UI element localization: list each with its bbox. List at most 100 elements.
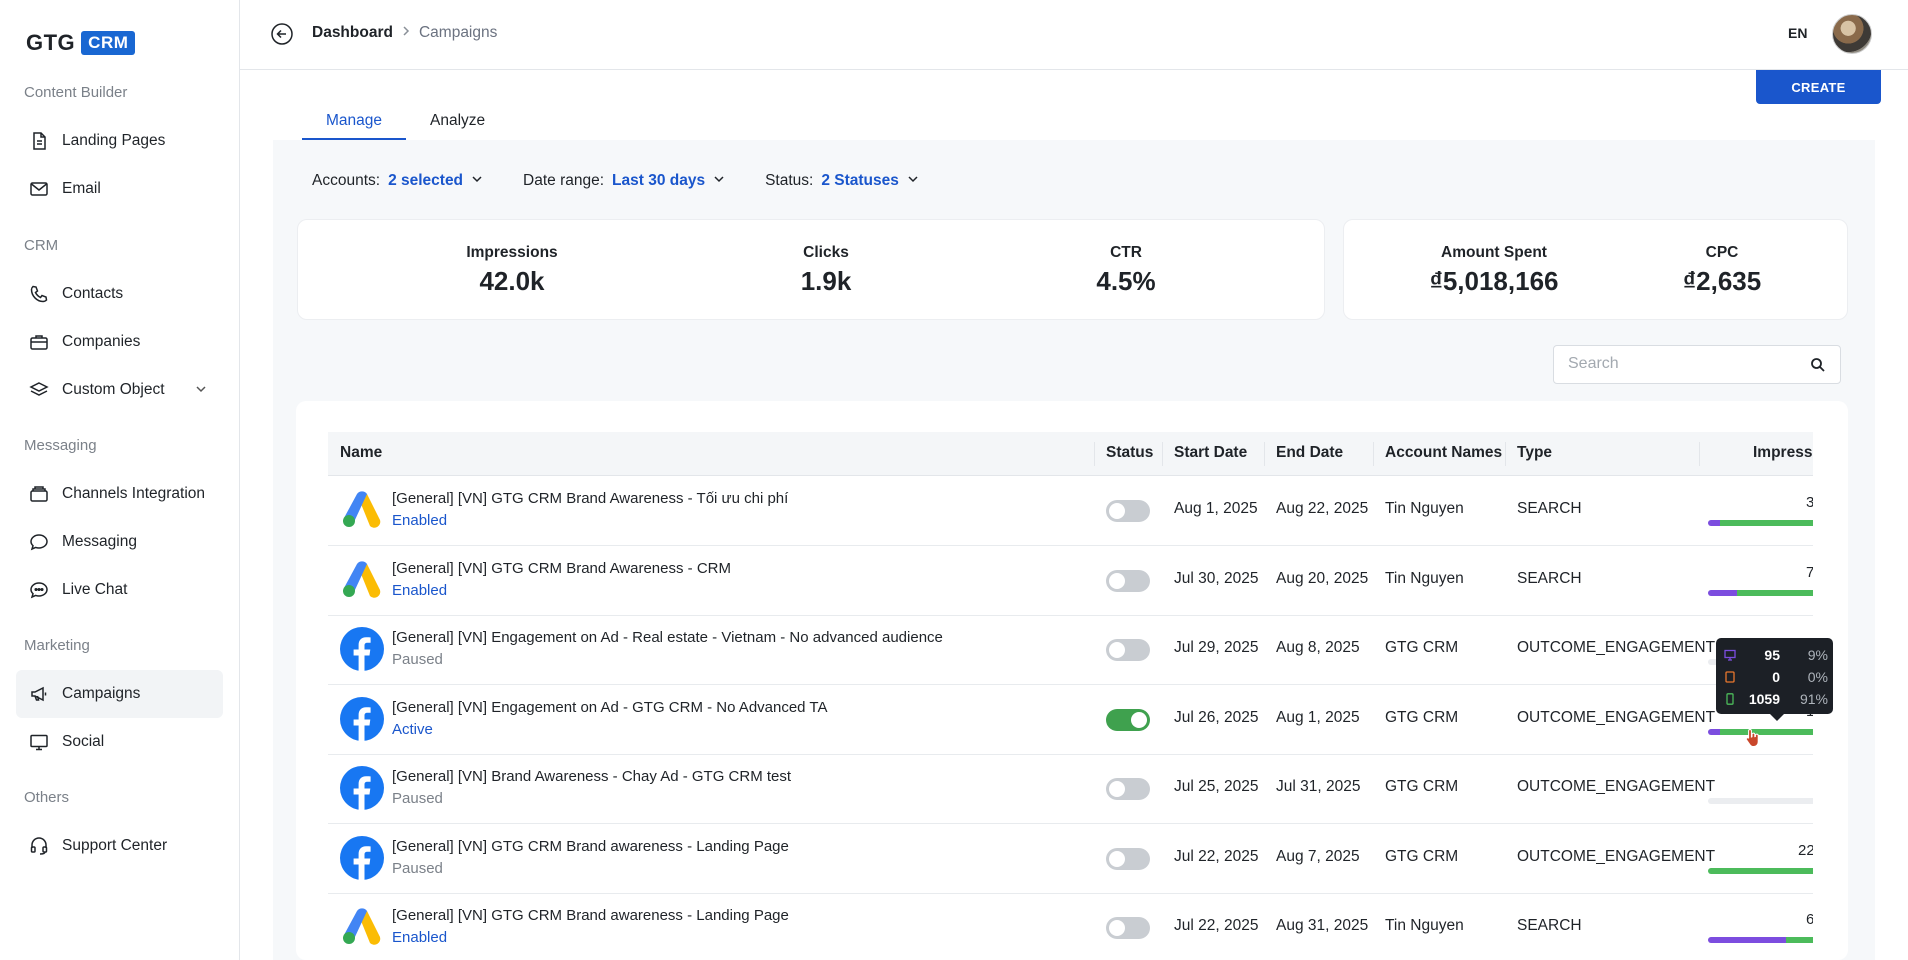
sidebar-item-contacts[interactable]: Contacts — [16, 270, 223, 318]
campaign-name-link[interactable]: [General] [VN] Brand Awareness - Chay Ad… — [392, 768, 791, 785]
sidebar-item-live-chat[interactable]: Live Chat — [16, 566, 223, 614]
tab-manage[interactable]: Manage — [302, 108, 407, 140]
table-row[interactable]: [General] [VN] Engagement on Ad - GTG CR… — [328, 685, 1813, 755]
status-toggle[interactable] — [1106, 778, 1150, 800]
impressions-device-bar[interactable] — [1708, 520, 1813, 526]
phone-icon — [28, 283, 50, 305]
filter-bar: Accounts: 2 selected Date range: Last 30… — [312, 172, 959, 190]
column-header-type[interactable]: Type — [1517, 444, 1552, 462]
sidebar-item-email[interactable]: Email — [16, 165, 223, 213]
impressions-device-bar[interactable] — [1708, 589, 1813, 596]
search-icon[interactable] — [1810, 357, 1826, 378]
sidebar-item-campaigns[interactable]: Campaigns — [16, 670, 223, 718]
language-selector[interactable]: EN — [1788, 25, 1807, 41]
filter-value: Last 30 days — [612, 172, 706, 189]
start-date: Jul 29, 2025 — [1174, 639, 1259, 656]
table-row[interactable]: [General] [VN] GTG CRM Brand Awareness -… — [328, 546, 1813, 616]
facebook-logo-icon — [340, 835, 384, 880]
sidebar-item-channels-integration[interactable]: Channels Integration — [16, 470, 223, 518]
sidebar-item-support-center[interactable]: Support Center — [16, 822, 223, 870]
metric-cpc: CPC ₫2,635 — [1622, 244, 1822, 297]
document-icon — [28, 130, 50, 152]
sidebar-item-label: Social — [62, 733, 105, 750]
briefcase-icon — [28, 331, 50, 353]
table-row[interactable]: [General] [VN] GTG CRM Brand awareness -… — [328, 824, 1813, 894]
status-toggle[interactable] — [1106, 639, 1150, 661]
table-row[interactable]: [General] [VN] GTG CRM Brand Awareness -… — [328, 476, 1813, 546]
campaign-type: OUTCOME_ENGAGEMENT — [1517, 639, 1716, 656]
create-button[interactable]: CREATE — [1756, 70, 1881, 104]
status-toggle[interactable] — [1106, 917, 1150, 939]
status-toggle[interactable] — [1106, 569, 1150, 592]
metric-label: CPC — [1705, 244, 1739, 261]
metric-value: 4.5% — [1096, 266, 1156, 296]
column-divider — [1094, 442, 1095, 466]
campaign-name-link[interactable]: [General] [VN] GTG CRM Brand Awareness -… — [392, 490, 788, 507]
end-date: Jul 31, 2025 — [1276, 778, 1361, 795]
campaign-name-link[interactable]: [General] [VN] Engagement on Ad - GTG CR… — [392, 699, 827, 716]
campaign-name-link[interactable]: [General] [VN] GTG CRM Brand awareness -… — [392, 907, 789, 924]
desktop-icon — [1724, 648, 1736, 661]
breadcrumb: Dashboard Campaigns — [312, 24, 497, 42]
sidebar-item-messaging[interactable]: Messaging — [16, 518, 223, 566]
search-input[interactable] — [1568, 355, 1798, 373]
table-row[interactable]: [General] [VN] GTG CRM Brand awareness -… — [328, 893, 1813, 960]
tooltip-percent: 9% — [1807, 647, 1828, 663]
metric-value: ₫5,018,166 — [1429, 266, 1559, 296]
table-row[interactable]: [General] [VN] Engagement on Ad - Real e… — [328, 615, 1813, 685]
avatar[interactable] — [1832, 14, 1872, 54]
campaign-name-link[interactable]: [General] [VN] Engagement on Ad - Real e… — [392, 629, 943, 646]
tab-analyze[interactable]: Analyze — [406, 108, 509, 140]
status-toggle[interactable] — [1106, 708, 1150, 731]
accounts-filter[interactable]: Accounts: 2 selected — [312, 172, 483, 190]
sidebar-item-label: Live Chat — [62, 581, 128, 598]
status-toggle[interactable] — [1106, 500, 1150, 522]
metric-label: Impressions — [466, 244, 558, 261]
column-header-name[interactable]: Name — [340, 444, 382, 462]
status-filter[interactable]: Status: 2 Statuses — [765, 172, 919, 190]
campaign-name-link[interactable]: [General] [VN] GTG CRM Brand Awareness -… — [392, 560, 731, 577]
column-header-impressions[interactable]: Impressio — [1753, 444, 1813, 462]
tooltip-percent: 91% — [1799, 691, 1828, 707]
campaign-name-link[interactable]: [General] [VN] GTG CRM Brand awareness -… — [392, 838, 789, 855]
sidebar-item-landing-pages[interactable]: Landing Pages — [16, 117, 223, 165]
breadcrumb-dashboard[interactable]: Dashboard — [312, 24, 393, 42]
brand-logo[interactable]: GTG CRM — [26, 30, 136, 56]
impressions-device-bar[interactable] — [1708, 937, 1813, 943]
column-divider — [1264, 442, 1265, 466]
sidebar-item-social[interactable]: Social — [16, 718, 223, 766]
metric-impressions: Impressions 42.0k — [412, 244, 612, 297]
tablet-icon — [1724, 670, 1736, 683]
sidebar-item-companies[interactable]: Companies — [16, 318, 223, 366]
column-header-account-names[interactable]: Account Names — [1385, 444, 1502, 462]
column-header-start-date[interactable]: Start Date — [1174, 444, 1247, 462]
account-name: GTG CRM — [1385, 778, 1459, 795]
metric-label: Clicks — [803, 244, 849, 261]
megaphone-icon — [28, 683, 50, 705]
chevron-down-icon[interactable] — [195, 382, 207, 400]
desktop-share-segment — [1708, 937, 1786, 943]
mobile-icon — [1724, 692, 1736, 705]
spend-metrics-card: Amount Spent ₫5,018,166 CPC ₫2,635 — [1343, 219, 1848, 320]
table-row[interactable]: [General] [VN] Brand Awareness - Chay Ad… — [328, 754, 1813, 824]
column-header-status[interactable]: Status — [1106, 444, 1153, 462]
back-arrow-icon[interactable] — [270, 22, 294, 46]
column-header-end-date[interactable]: End Date — [1276, 444, 1343, 462]
date-range-filter[interactable]: Date range: Last 30 days — [523, 172, 725, 190]
facebook-logo-icon — [340, 766, 384, 810]
impressions-device-bar[interactable] — [1708, 798, 1813, 804]
chat-bubble-icon — [28, 531, 50, 553]
status-toggle[interactable] — [1106, 847, 1150, 870]
tooltip-row-mobile: 1059 91% — [1724, 689, 1828, 709]
toggle-knob — [1131, 711, 1147, 728]
sidebar-item-custom-object[interactable]: Custom Object — [16, 366, 223, 414]
google-ads-logo-icon — [340, 558, 384, 602]
campaign-status-text: Enabled — [392, 929, 448, 946]
section-messaging: Messaging — [24, 437, 97, 454]
campaign-type: OUTCOME_ENGAGEMENT — [1517, 847, 1716, 865]
google-ads-logo-icon — [340, 488, 384, 532]
campaigns-table: Name Status Start Date End Date Account … — [328, 432, 1813, 960]
impressions-device-bar[interactable] — [1708, 867, 1813, 874]
end-date: Aug 31, 2025 — [1276, 917, 1369, 934]
live-chat-icon — [28, 579, 50, 601]
